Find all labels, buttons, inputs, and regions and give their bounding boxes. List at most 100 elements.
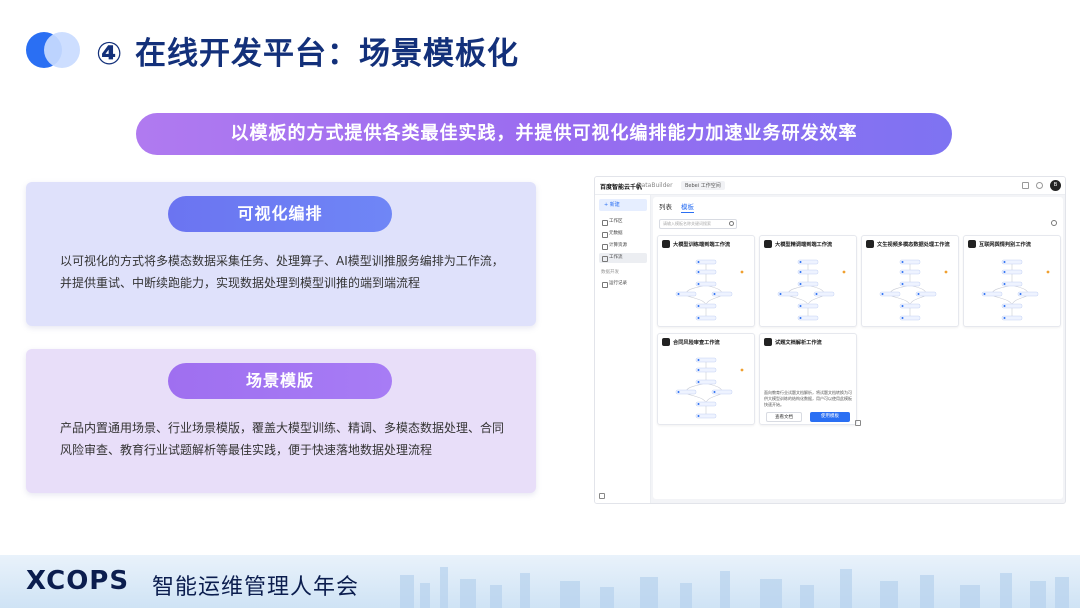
workflow-node-dot <box>713 391 716 393</box>
workflow-node-dot <box>1003 305 1006 307</box>
workflow-node-dot <box>697 381 700 383</box>
template-name: 合同风险审查工作流 <box>673 340 720 346</box>
tab-templates[interactable]: 模板 <box>681 201 694 213</box>
workflow-node-dot <box>983 293 986 295</box>
workflow-status-dot <box>944 270 948 274</box>
template-icon <box>866 240 874 248</box>
workflow-node-dot <box>697 261 700 263</box>
workflow-node-dot <box>815 293 818 295</box>
workflow-diagram <box>879 259 948 321</box>
workflow-node-dot <box>697 271 700 273</box>
workflow-node-dot <box>697 415 700 417</box>
search-input[interactable]: 请输入模板名称关键词搜索 <box>659 219 737 229</box>
workflow-diagram <box>675 357 744 419</box>
template-card[interactable]: 互联网舆情判别工作流 <box>963 235 1061 327</box>
footer-subtitle: 智能运维管理人年会 <box>152 575 360 600</box>
sidebar-item-run-records[interactable]: 运行记录 <box>599 279 647 289</box>
template-icon <box>764 338 772 346</box>
template-name: 大模型训练端到端工作流 <box>673 242 731 248</box>
subtitle-banner: 以模板的方式提供各类最佳实践，并提供可视化编排能力加速业务研发效率 <box>136 113 952 155</box>
workflow-status-dot <box>1046 270 1050 274</box>
refresh-icon[interactable] <box>1051 220 1057 226</box>
workflow-diagram <box>981 259 1050 321</box>
template-card[interactable]: 文生视频多模态数据处理工作流 <box>861 235 959 327</box>
workflow-node-dot <box>677 391 680 393</box>
feature-card-body: 产品内置通用场景、行业场景模版，覆盖大模型训练、精调、多模态数据处理、合同风险审… <box>60 421 505 457</box>
template-icon <box>968 240 976 248</box>
notification-icon[interactable] <box>1036 182 1043 189</box>
workflow-node-dot <box>799 305 802 307</box>
workflow-node-dot <box>779 293 782 295</box>
search-placeholder: 请输入模板名称关键词搜索 <box>663 221 711 226</box>
workflow-node-dot <box>1003 261 1006 263</box>
workflow-node-dot <box>697 403 700 405</box>
app-brand: 百度智能云千帆 <box>600 184 643 191</box>
workflow-node-dot <box>881 293 884 295</box>
sidebar-item-compute[interactable]: 计算资源 <box>599 241 647 251</box>
workflow-node-dot <box>1003 271 1006 273</box>
use-template-button[interactable]: 使用模板 <box>810 412 850 422</box>
template-card[interactable]: 大模型训练端到端工作流 <box>657 235 755 327</box>
template-name: 互联网舆情判别工作流 <box>979 242 1031 248</box>
workflow-node-dot <box>697 317 700 319</box>
workflow-status-dot <box>740 270 744 274</box>
template-name: 试题文档解析工作流 <box>775 340 822 346</box>
logo-circles <box>26 32 82 68</box>
workflow-status-dot <box>842 270 846 274</box>
workflow-node-dot <box>901 317 904 319</box>
sidebar-group-label: 数据开发 <box>601 270 619 275</box>
workflow-node-dot <box>799 283 802 285</box>
template-name: 大模型精调端到端工作流 <box>775 242 833 248</box>
product-screenshot: 百度智能云千帆 DataBuilder Bebei 工作空间 B + 新建 工作… <box>594 176 1066 504</box>
template-card[interactable]: 大模型精调端到端工作流 <box>759 235 857 327</box>
app-brand-sub: DataBuilder <box>637 182 673 189</box>
workflow-node-dot <box>799 271 802 273</box>
avatar[interactable]: B <box>1050 180 1061 191</box>
workflow-node-dot <box>1003 317 1006 319</box>
feature-card-title: 可视化编排 <box>168 196 392 232</box>
template-card-hovered[interactable]: 试题文档解析工作流 面向教育行业试题文档解析，将试题文档转换为可供大模型训练的结… <box>759 333 857 425</box>
footer-brand: XCOPS <box>26 566 130 596</box>
template-icon <box>764 240 772 248</box>
sidebar-item-workspace[interactable]: 工作区 <box>599 217 647 227</box>
workflow-node-dot <box>697 369 700 371</box>
feature-card-body: 以可视化的方式将多模态数据采集任务、处理算子、AI模型训推服务编排为工作流，并提… <box>60 254 504 290</box>
workflow-status-dot <box>740 368 744 372</box>
workflow-diagram <box>675 259 744 321</box>
sidebar-item-metadata[interactable]: 元数据 <box>599 229 647 239</box>
collapse-icon[interactable] <box>599 493 605 499</box>
new-button[interactable]: + 新建 <box>599 199 647 211</box>
workflow-diagram <box>777 259 846 321</box>
workflow-node-dot <box>901 305 904 307</box>
template-description: 面向教育行业试题文档解析，将试题文档转换为可供大模型训练的结构化数据，用户可以使… <box>764 390 852 407</box>
page-title: ④ 在线开发平台：场景模板化 <box>96 36 520 72</box>
docs-icon[interactable] <box>1022 182 1029 189</box>
workflow-node-dot <box>713 293 716 295</box>
app-topbar: 百度智能云千帆 DataBuilder Bebei 工作空间 B <box>595 177 1065 195</box>
workflow-node-dot <box>799 317 802 319</box>
workflow-node-dot <box>901 271 904 273</box>
sidebar: + 新建 工作区 元数据 计算资源 工作流 数据开发 运行记录 <box>595 195 651 503</box>
workflow-node-dot <box>697 359 700 361</box>
sidebar-item-workflow[interactable]: 工作流 <box>599 253 647 263</box>
template-name: 文生视频多模态数据处理工作流 <box>877 242 950 248</box>
search-icon <box>729 221 734 226</box>
workflow-node-dot <box>901 261 904 263</box>
template-card[interactable]: 合同风险审查工作流 <box>657 333 755 425</box>
workflow-node-dot <box>697 305 700 307</box>
feature-card-scene-templates: 场景模版 产品内置通用场景、行业场景模版，覆盖大模型训练、精调、多模态数据处理、… <box>26 349 536 493</box>
workspace-select[interactable]: Bebei 工作空间 <box>681 181 725 190</box>
feature-card-title: 场景模版 <box>168 363 392 399</box>
workflow-node-dot <box>677 293 680 295</box>
view-docs-button[interactable]: 查看文档 <box>766 412 802 422</box>
template-icon <box>662 338 670 346</box>
template-icon <box>662 240 670 248</box>
workflow-node-dot <box>917 293 920 295</box>
copy-icon[interactable] <box>855 420 861 426</box>
workflow-node-dot <box>1003 283 1006 285</box>
workflow-node-dot <box>697 283 700 285</box>
workflow-node-dot <box>799 261 802 263</box>
workflow-node-dot <box>1019 293 1022 295</box>
workflow-node-dot <box>901 283 904 285</box>
tab-list[interactable]: 列表 <box>659 201 672 211</box>
